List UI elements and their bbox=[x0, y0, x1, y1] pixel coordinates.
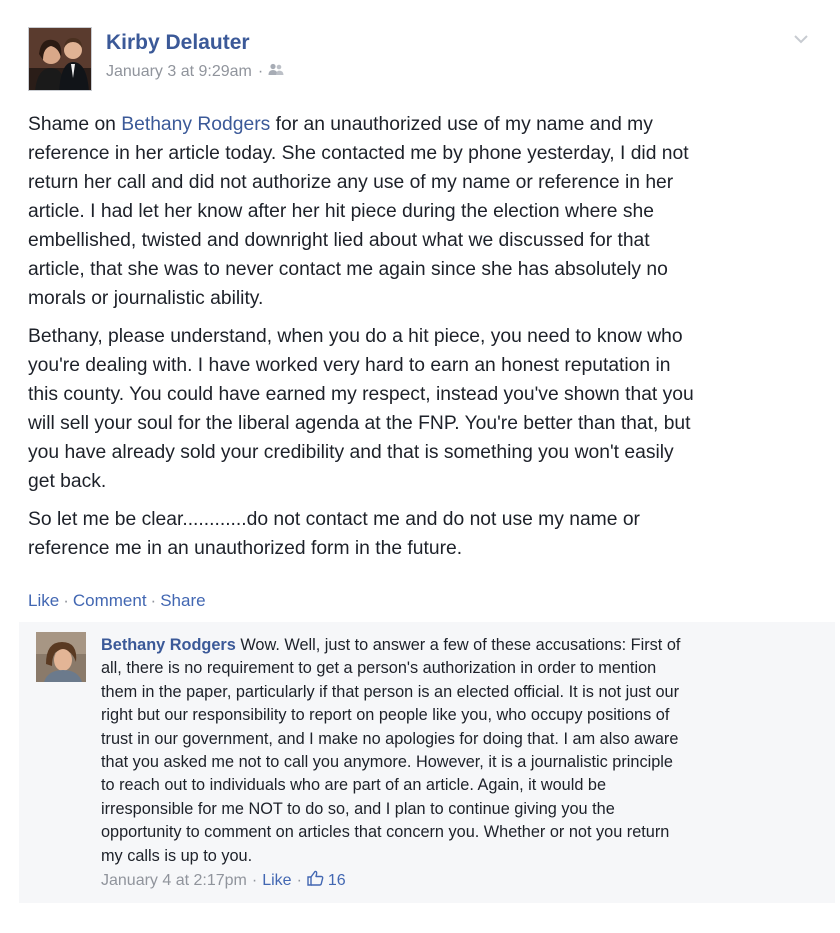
comment-line: irresponsible for me NOT to do so, and I… bbox=[101, 799, 615, 818]
thumbs-up-icon[interactable] bbox=[307, 870, 324, 891]
post-text: article, that she was to never contact m… bbox=[28, 259, 668, 280]
comment-timestamp[interactable]: January 4 at 2:17pm bbox=[101, 872, 247, 890]
post-text: you have already sold your credibility a… bbox=[28, 442, 674, 463]
post-text: reference me in an unauthorized form in … bbox=[28, 538, 463, 559]
action-separator: · bbox=[63, 591, 69, 610]
chevron-down-icon[interactable] bbox=[790, 28, 812, 50]
action-separator: · bbox=[150, 591, 157, 610]
comment-meta: January 4 at 2:17pm · Like · 16 bbox=[101, 870, 346, 891]
post-paragraph-2: Bethany, please understand, when you do … bbox=[28, 322, 818, 496]
post-text: you're dealing with. I have worked very … bbox=[28, 355, 671, 376]
post-text: embellished, twisted and downright lied … bbox=[28, 230, 650, 251]
like-button[interactable]: Like bbox=[28, 591, 59, 610]
post-text: reference in her article today. She cont… bbox=[28, 143, 689, 164]
post-text: morals or journalistic ability. bbox=[28, 288, 264, 309]
facebook-post: Kirby Delauter January 3 at 9:29am · Sha… bbox=[0, 0, 840, 933]
comment-line: my calls is up to you. bbox=[101, 846, 253, 865]
post-text: article. I had let her know after her hi… bbox=[28, 201, 654, 222]
comment-line: them in the paper, particularly if that … bbox=[101, 682, 679, 701]
comment-line: right but our responsibility to report o… bbox=[101, 706, 670, 725]
comment-line: trust in our government, and I make no a… bbox=[101, 729, 679, 748]
comment-button[interactable]: Comment bbox=[73, 591, 147, 610]
post-body: Shame on Bethany Rodgers for an unauthor… bbox=[28, 110, 818, 572]
mention-link[interactable]: Bethany Rodgers bbox=[121, 114, 270, 135]
share-button[interactable]: Share bbox=[160, 591, 205, 610]
commenter-name[interactable]: Bethany Rodgers bbox=[101, 636, 236, 654]
comment-line: Bethany Rodgers Wow. Well, just to answe… bbox=[101, 634, 821, 657]
comment-line: that you asked me not to call you anymor… bbox=[101, 753, 673, 772]
post-meta: January 3 at 9:29am · bbox=[106, 63, 284, 81]
comment-separator: · bbox=[296, 871, 302, 889]
comment-like-button[interactable]: Like bbox=[262, 872, 291, 890]
meta-separator: · bbox=[257, 63, 264, 80]
comment-line: opportunity to comment on articles that … bbox=[101, 823, 670, 842]
comment-line: to reach out to individuals who are part… bbox=[101, 776, 607, 795]
comment-separator: · bbox=[251, 871, 258, 889]
post-text: get back. bbox=[28, 471, 107, 492]
post-text: for an unauthorized use of my name and m… bbox=[270, 114, 653, 135]
commenter-avatar[interactable] bbox=[36, 632, 86, 682]
post-text: So let me be clear............do not con… bbox=[28, 509, 640, 530]
author-avatar[interactable] bbox=[28, 27, 92, 91]
post-text: will sell your soul for the liberal agen… bbox=[28, 413, 691, 434]
comment-body: Bethany Rodgers Wow. Well, just to answe… bbox=[101, 634, 821, 868]
post-actions: Like · Comment · Share bbox=[28, 591, 206, 611]
post-paragraph-3: So let me be clear............do not con… bbox=[28, 505, 818, 563]
comment-line: all, there is no requirement to get a pe… bbox=[101, 659, 657, 678]
post-text: return her call and did not authorize an… bbox=[28, 172, 674, 193]
comment-text: Wow. Well, just to answer a few of these… bbox=[235, 636, 681, 654]
post-paragraph-1: Shame on Bethany Rodgers for an unauthor… bbox=[28, 110, 818, 313]
post-timestamp[interactable]: January 3 at 9:29am bbox=[106, 63, 252, 81]
friends-icon[interactable] bbox=[268, 63, 284, 81]
post-text: Shame on bbox=[28, 114, 122, 135]
post-text: Bethany, please understand, when you do … bbox=[28, 326, 683, 347]
post-text: this county. You could have earned my re… bbox=[28, 384, 694, 405]
post-author-name[interactable]: Kirby Delauter bbox=[106, 31, 250, 55]
like-count: 16 bbox=[327, 871, 346, 889]
